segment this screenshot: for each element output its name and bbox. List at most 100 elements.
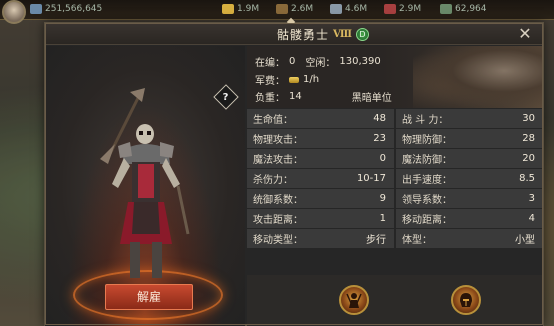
- stat-label: 物理攻击：: [253, 135, 303, 146]
- idle-label: 空闲：: [305, 58, 336, 69]
- stat-label: 魔法防御：: [402, 155, 452, 166]
- stat-value: 3: [528, 193, 535, 204]
- skeleton-warrior-figure: [100, 88, 190, 278]
- unit-portrait-area: ? 解雇: [45, 46, 245, 326]
- gold-icon: [222, 4, 234, 14]
- player-avatar[interactable]: [2, 0, 26, 24]
- idle-value: 130,390: [339, 56, 381, 67]
- stat-row: 物理攻击： 23 物理防御： 28: [247, 129, 543, 148]
- helmet-skill-icon[interactable]: [451, 285, 481, 315]
- stat-label: 移动类型：: [253, 235, 303, 246]
- stat-label: 生命值：: [253, 115, 293, 126]
- stat-value: 4: [528, 213, 535, 224]
- resource-value: 1.9M: [237, 4, 260, 14]
- stat-magic-def: 魔法防御： 20: [396, 149, 543, 168]
- iron-icon: [384, 4, 396, 14]
- stat-leadership: 领导系数： 3: [396, 189, 543, 208]
- stat-label: 统御系数：: [253, 195, 303, 206]
- warrior-glyph: [346, 293, 362, 308]
- stat-value: 48: [373, 113, 386, 124]
- unit-detail-dialog: 骷髅勇士 Ⅷ D ✕ ? 解雇 在编： 0 空闲： 130,390 军费： 1/…: [44, 17, 544, 326]
- gold-icon: [289, 76, 299, 83]
- stat-row: 魔法攻击： 0 魔法防御： 20: [247, 149, 543, 168]
- load-line: 负重： 14 黑暗单位: [255, 89, 392, 104]
- stat-attack-range: 攻击距离： 1: [247, 209, 394, 228]
- stat-phys-def: 物理防御： 28: [396, 129, 543, 148]
- stat-value: 20: [522, 153, 535, 164]
- stat-value: 1: [379, 213, 386, 224]
- stat-label: 出手速度：: [402, 175, 452, 186]
- stat-size: 体型： 小型: [396, 229, 543, 248]
- stat-damage: 杀伤力： 10-17: [247, 169, 394, 188]
- skills-row: [247, 275, 543, 326]
- resource-value: 251,566,645: [45, 4, 103, 14]
- resource-value: 4.6M: [345, 4, 368, 14]
- stats-table: 生命值： 48 战 斗 力： 30 物理攻击： 23 物理防御： 28 魔法攻击： 0 魔…: [247, 109, 543, 275]
- help-icon[interactable]: ?: [213, 84, 239, 110]
- stone-icon: [330, 4, 342, 14]
- dialog-header: 骷髅勇士 Ⅷ D ✕: [45, 23, 543, 45]
- stat-command: 统御系数： 9: [247, 189, 394, 208]
- stat-move-type: 移动类型： 步行: [247, 229, 394, 248]
- stat-value: 10-17: [356, 173, 386, 184]
- resource-wood: 2.6M: [276, 4, 313, 14]
- stat-label: 魔法攻击：: [253, 155, 303, 166]
- unit-type: 黑暗单位: [351, 93, 392, 104]
- title-group: 骷髅勇士 Ⅷ D: [277, 26, 370, 43]
- stat-value: 30: [522, 113, 535, 124]
- help-label: ?: [223, 91, 229, 103]
- stat-value: 23: [373, 133, 386, 144]
- rank-icon: Ⅷ: [333, 29, 353, 40]
- enlisted-label: 在编：: [255, 58, 285, 69]
- unit-summary: 在编： 0 空闲： 130,390 军费： 1/h 负重： 14 黑暗单位: [247, 46, 543, 108]
- stat-value: 0: [379, 153, 386, 164]
- unit-title: 骷髅勇士: [277, 28, 330, 42]
- load-label: 负重：: [255, 93, 285, 104]
- resource-stone: 4.6M: [330, 4, 367, 14]
- food-icon: [440, 4, 452, 14]
- resource-gem: 251,566,645: [30, 4, 102, 14]
- load-value: 14: [289, 91, 302, 102]
- stat-label: 领导系数：: [402, 195, 452, 206]
- stat-phys-atk: 物理攻击： 23: [247, 129, 394, 148]
- stat-row: 攻击距离： 1 移动距离： 4: [247, 209, 543, 228]
- stat-row: 移动类型： 步行 体型： 小型: [247, 229, 543, 248]
- helmet-glyph: [460, 293, 472, 307]
- wood-icon: [276, 4, 288, 14]
- stat-power: 战 斗 力： 30: [396, 109, 543, 128]
- resource-value: 2.9M: [399, 4, 422, 14]
- resource-value: 62,964: [455, 4, 487, 14]
- upkeep-value: 1/h: [303, 74, 320, 85]
- resource-bar: 251,566,645 1.9M 2.6M 4.6M 2.9M 62,964: [0, 0, 554, 20]
- stat-row: 杀伤力： 10-17 出手速度： 8.5: [247, 169, 543, 188]
- stat-value: 28: [522, 133, 535, 144]
- stat-move-range: 移动距离： 4: [396, 209, 543, 228]
- resource-value: 2.6M: [291, 4, 314, 14]
- upkeep-label: 军费：: [255, 76, 285, 87]
- stat-label: 物理防御：: [402, 135, 452, 146]
- stat-row: 统御系数： 9 领导系数： 3: [247, 189, 543, 208]
- dismiss-button[interactable]: 解雇: [105, 284, 193, 310]
- resource-gold: 1.9M: [222, 4, 259, 14]
- stat-label: 攻击距离：: [253, 215, 303, 226]
- resource-iron: 2.9M: [384, 4, 421, 14]
- stat-value: 小型: [515, 235, 535, 246]
- stat-value: 9: [379, 193, 386, 204]
- resource-food: 62,964: [440, 4, 487, 14]
- warrior-skill-icon[interactable]: [339, 285, 369, 315]
- stat-value: 8.5: [519, 173, 535, 184]
- tier-badge-icon: D: [356, 28, 370, 41]
- enlisted-value: 0: [289, 56, 296, 67]
- stat-label: 杀伤力：: [253, 175, 293, 186]
- gem-icon: [30, 4, 42, 14]
- upkeep-line: 军费： 1/h: [255, 72, 319, 87]
- stat-label: 体型：: [402, 235, 432, 246]
- unit-background-art: [413, 46, 543, 108]
- stat-magic-atk: 魔法攻击： 0: [247, 149, 394, 168]
- stat-hp: 生命值： 48: [247, 109, 394, 128]
- stat-value: 步行: [366, 235, 386, 246]
- close-icon[interactable]: ✕: [517, 26, 533, 42]
- stat-label: 战 斗 力：: [402, 115, 449, 126]
- stat-speed: 出手速度： 8.5: [396, 169, 543, 188]
- stat-label: 移动距离：: [402, 215, 452, 226]
